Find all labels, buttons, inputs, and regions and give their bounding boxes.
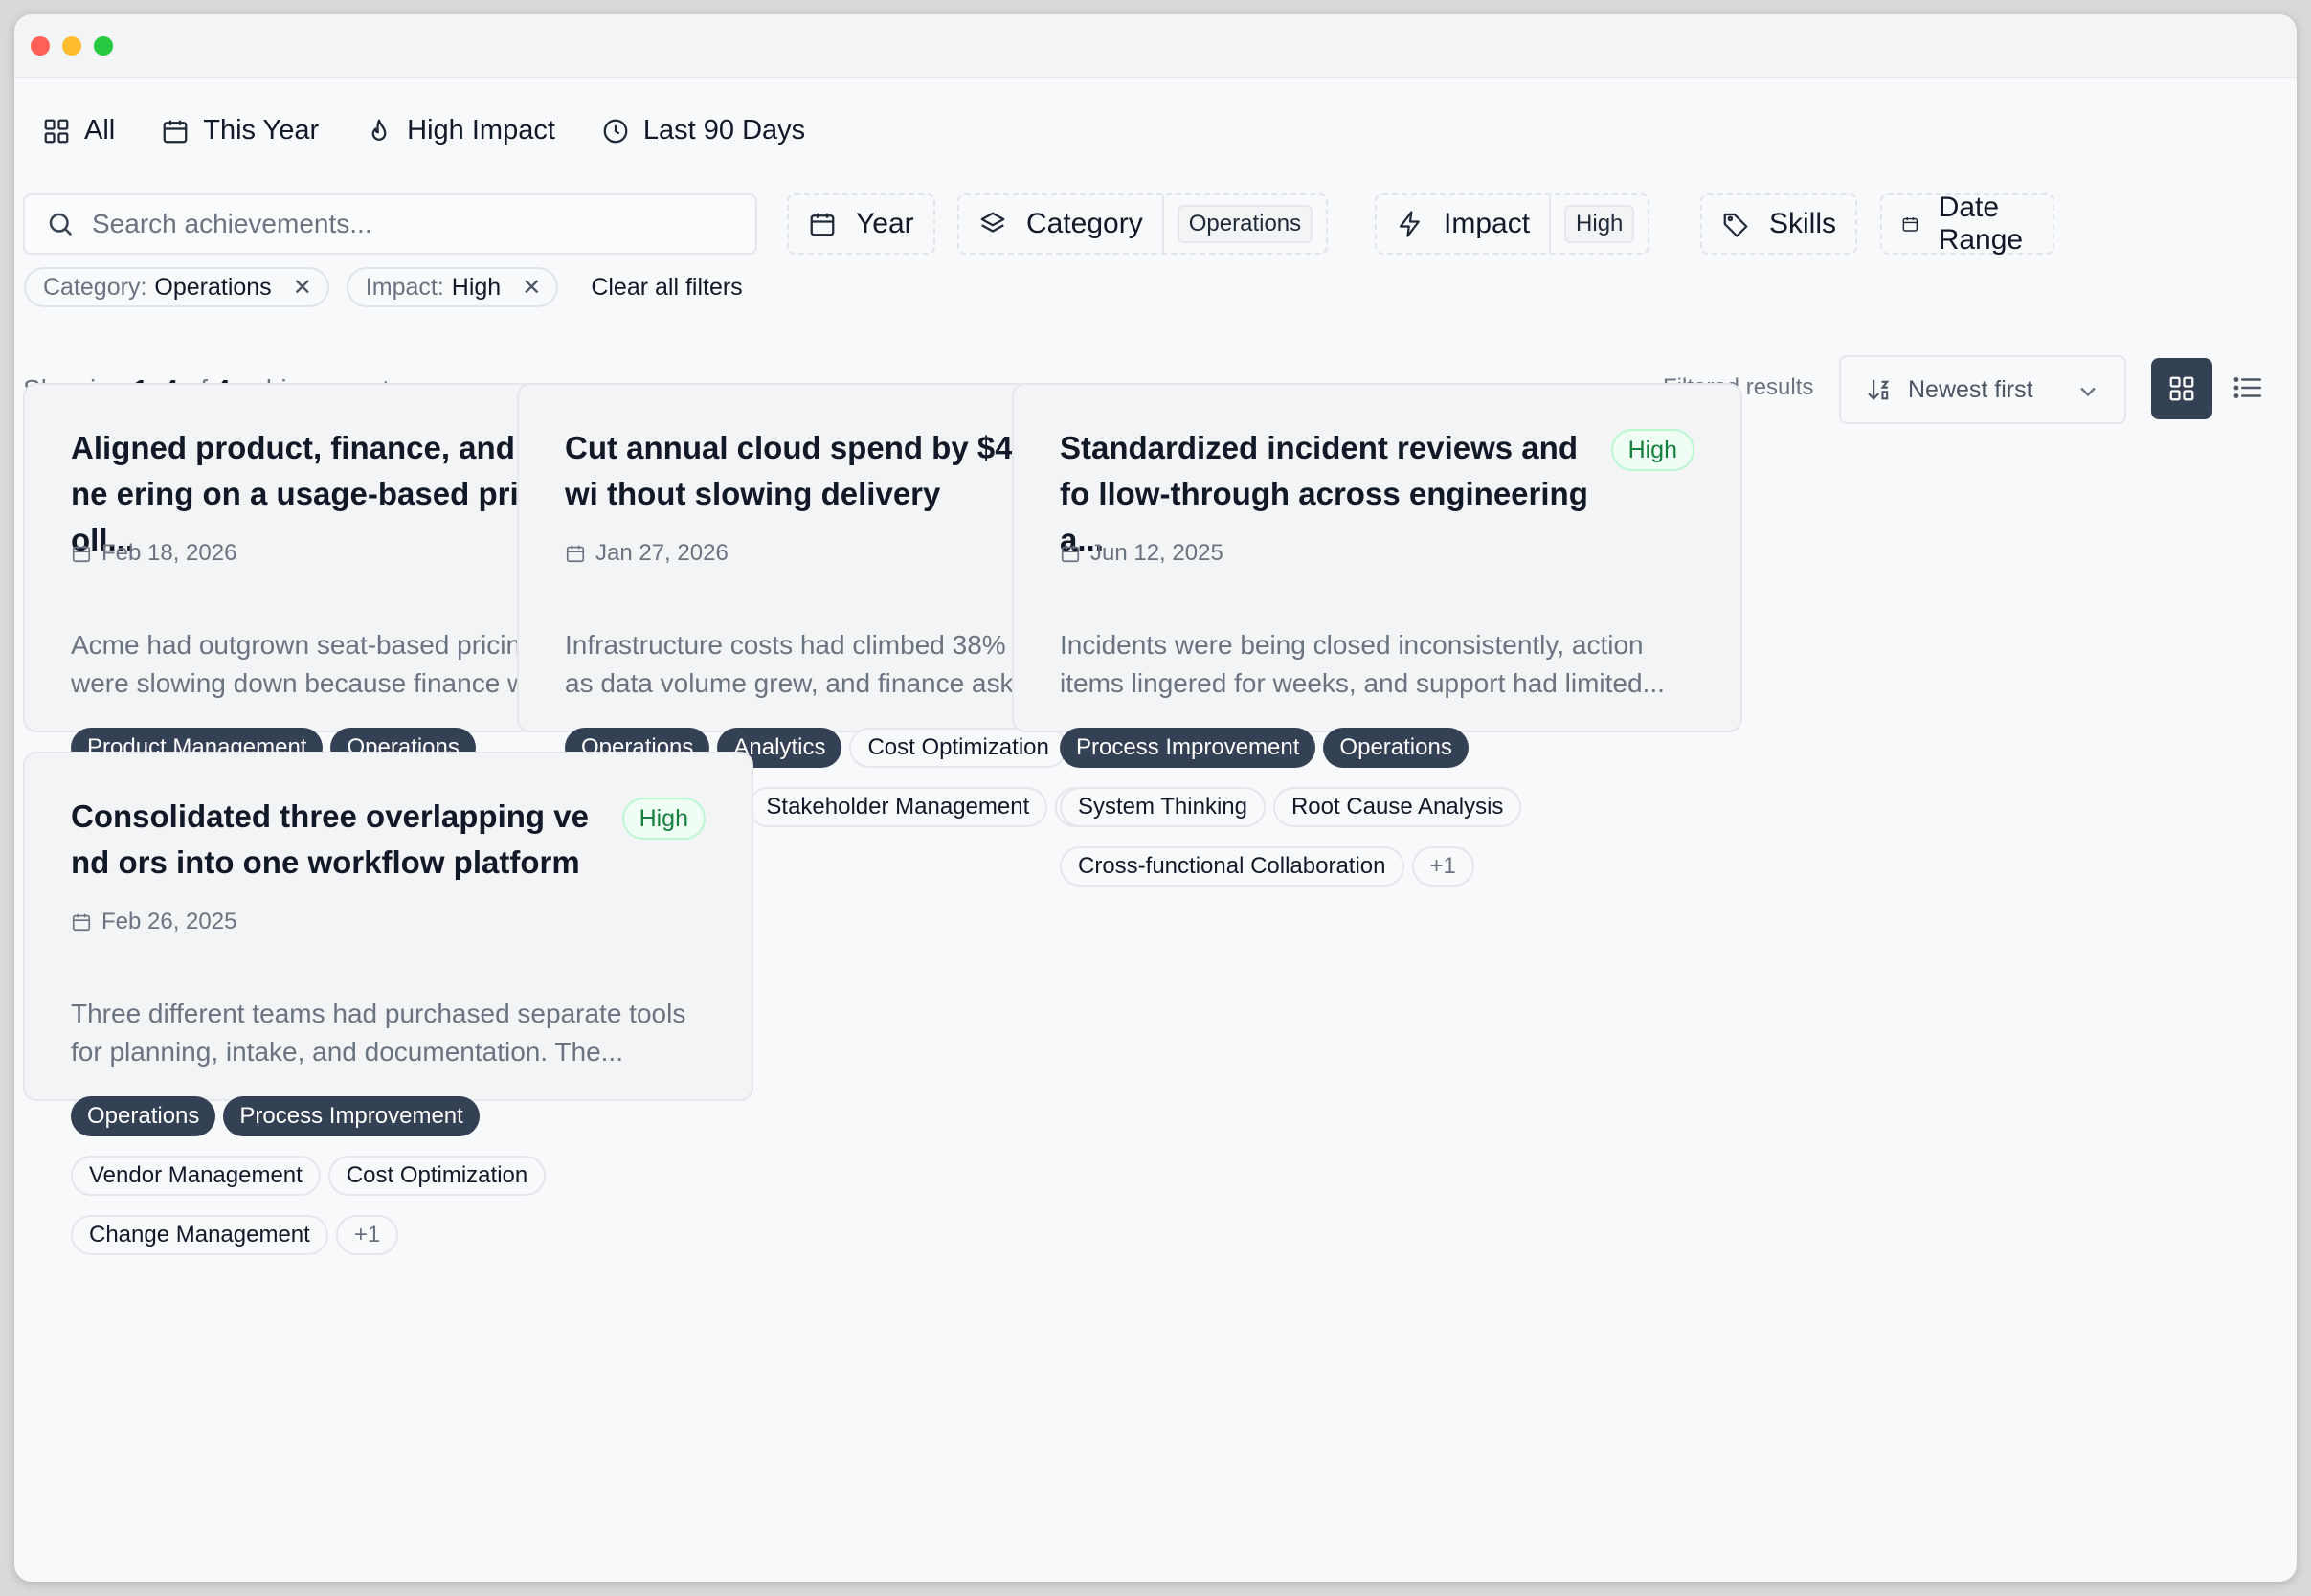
card-date: Jun 12, 2025 (1060, 540, 1223, 567)
calendar-icon (72, 545, 91, 563)
skill-tag[interactable]: Cross-functional Collaboration (1060, 846, 1404, 887)
quick-filter-last-90-days[interactable]: Last 90 Days (601, 115, 805, 146)
skill-tag[interactable]: Operations (71, 1096, 216, 1136)
close-window-button[interactable] (31, 36, 50, 56)
achievement-card[interactable]: Consolidated three overlapping vend ors … (23, 752, 753, 1255)
quick-filter-this-year[interactable]: This Year (161, 115, 319, 146)
quick-filters: All This Year High Impact Last 90 Days (42, 115, 805, 146)
divider (1161, 195, 1164, 253)
minimize-window-button[interactable] (62, 36, 81, 56)
app-window: All This Year High Impact Last 90 Days S… (14, 14, 2297, 1582)
skill-tag[interactable]: Process Improvement (1060, 728, 1316, 768)
date-text: Jan 27, 2026 (595, 540, 729, 566)
filter-key: Category: (43, 273, 147, 301)
skill-tag[interactable]: Change Management (71, 1215, 328, 1255)
card-title: Consolidated three overlapping vend ors … (71, 798, 589, 880)
sort-label: Newest first (1908, 375, 2033, 403)
grid-view-button[interactable] (2151, 358, 2212, 419)
card-date: Jan 27, 2026 (565, 540, 729, 567)
quick-filter-label: High Impact (407, 115, 555, 146)
skill-tag[interactable]: Stakeholder Management (748, 787, 1048, 827)
skill-tag[interactable]: Operations (1323, 728, 1469, 768)
skill-tag[interactable]: Cost Optimization (849, 728, 1067, 768)
impact-filter-button[interactable]: Impact High (1375, 193, 1650, 255)
layers-icon (980, 212, 1005, 233)
more-tags-badge[interactable]: +1 (335, 1215, 399, 1255)
date-text: Feb 18, 2026 (101, 540, 237, 566)
remove-filter-icon[interactable]: ✕ (522, 274, 541, 302)
card-description: Three different teams had purchased sepa… (71, 999, 686, 1067)
flame-icon (371, 119, 387, 141)
achievement-card[interactable]: Standardized incident reviews and fo llo… (1012, 383, 1742, 887)
tag-icon (1723, 213, 1748, 237)
year-filter-button[interactable]: Year (787, 193, 935, 255)
clock-icon (603, 119, 628, 143)
remove-filter-icon[interactable]: ✕ (293, 274, 312, 302)
category-filter-label: Category (1026, 208, 1143, 239)
impact-badge: High (1610, 429, 1694, 471)
skill-tag[interactable]: System Thinking (1060, 787, 1266, 827)
impact-selected-chip: High (1564, 205, 1635, 243)
calendar-icon (1902, 216, 1918, 232)
quick-filter-all[interactable]: All (42, 115, 115, 146)
skill-tag[interactable]: Vendor Management (71, 1156, 321, 1196)
calendar-icon (810, 213, 835, 236)
grid-icon (44, 119, 69, 143)
date-range-filter-button[interactable]: Date Range (1880, 191, 2055, 256)
skill-tags: Operations Process Improvement Vendor Mana… (71, 1096, 722, 1255)
filter-key: Impact: (365, 273, 444, 301)
active-filter-impact[interactable]: Impact: High ✕ (346, 267, 559, 307)
quick-filter-label: This Year (203, 115, 320, 146)
quick-filter-label: All (84, 115, 116, 146)
quick-filter-high-impact[interactable]: High Impact (365, 115, 555, 146)
grid-icon (2169, 376, 2194, 401)
date-text: Feb 26, 2025 (101, 909, 237, 934)
search-icon (49, 213, 73, 236)
more-tags-badge[interactable]: +1 (1411, 846, 1474, 887)
sort-icon (1868, 379, 1890, 400)
calendar-icon (72, 913, 91, 932)
impact-filter-label: Impact (1444, 208, 1531, 239)
filter-value: Operations (154, 273, 272, 301)
active-filter-category[interactable]: Category: Operations ✕ (24, 267, 329, 307)
main-content: All This Year High Impact Last 90 Days S… (14, 78, 2297, 1582)
skill-tag[interactable]: Cost Optimization (327, 1156, 547, 1196)
title-bar (14, 14, 2297, 78)
filter-value: High (451, 273, 502, 301)
card-date: Feb 26, 2025 (71, 909, 236, 935)
year-filter-label: Year (856, 208, 914, 239)
divider (1549, 195, 1552, 253)
category-filter-button[interactable]: Category Operations (957, 193, 1329, 255)
skill-tag[interactable]: Root Cause Analysis (1272, 787, 1522, 827)
quick-filter-label: Last 90 Days (642, 115, 806, 146)
skills-filter-button[interactable]: Skills (1700, 193, 1858, 255)
chevron-down-icon (2080, 387, 2096, 397)
list-view-icon[interactable] (2232, 371, 2264, 404)
card-date: Feb 18, 2026 (71, 540, 236, 567)
search-input[interactable] (92, 209, 705, 239)
impact-badge: High (621, 798, 706, 840)
calendar-icon (1061, 545, 1080, 563)
card-description: Incidents were being closed inconsistent… (1060, 630, 1665, 698)
skill-tag[interactable]: Process Improvement (223, 1096, 480, 1136)
clear-all-filters-link[interactable]: Clear all filters (591, 274, 742, 302)
skills-filter-label: Skills (1769, 208, 1837, 239)
category-selected-chip: Operations (1177, 205, 1313, 243)
skill-tags: Process Improvement Operations System Thin… (1060, 728, 1711, 887)
calendar-icon (566, 545, 585, 563)
calendar-icon (163, 120, 188, 143)
maximize-window-button[interactable] (94, 36, 113, 56)
date-text: Jun 12, 2025 (1090, 540, 1223, 566)
sort-dropdown[interactable]: Newest first (1839, 355, 2126, 424)
lightning-icon (1399, 211, 1420, 237)
date-range-filter-label: Date Range (1938, 191, 2024, 256)
search-box[interactable] (23, 193, 757, 255)
active-filters: Category: Operations ✕ Impact: High ✕ Cl… (24, 267, 743, 307)
